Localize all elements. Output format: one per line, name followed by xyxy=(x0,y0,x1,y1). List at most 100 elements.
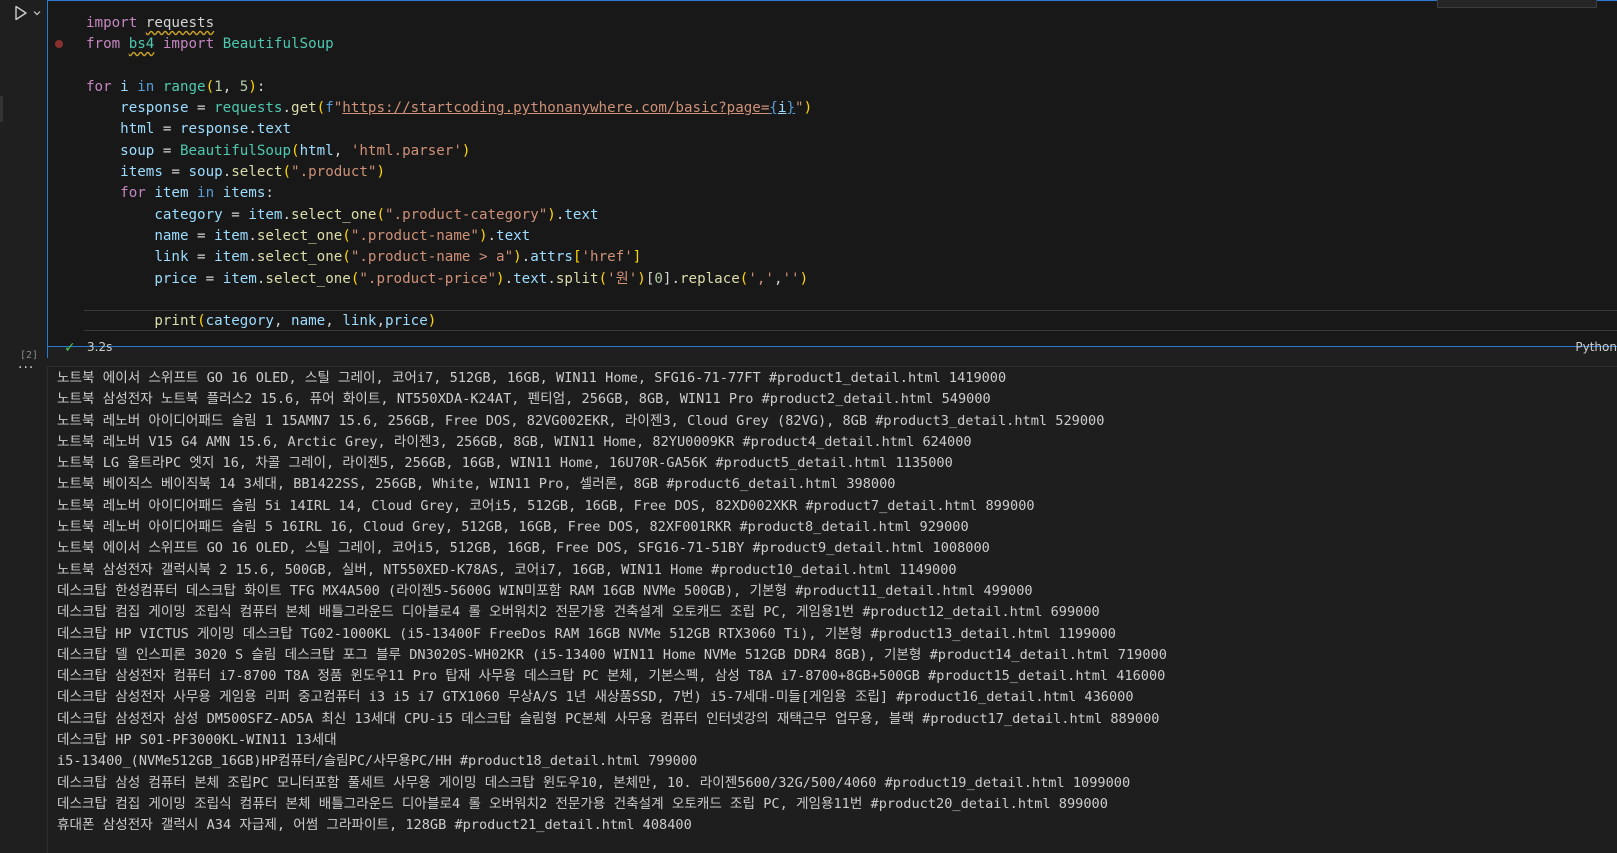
code-token: 'html.parser' xyxy=(350,142,462,159)
code-lines[interactable]: import requests from bs4 import Beautiful… xyxy=(86,13,812,332)
code-token: item xyxy=(248,206,283,223)
code-line[interactable]: import requests xyxy=(86,13,812,34)
code-token: for xyxy=(86,78,121,95)
code-line[interactable] xyxy=(86,56,812,77)
code-token: = xyxy=(222,206,249,223)
code-token: select xyxy=(231,164,283,181)
notebook: [2] import requests from bs4 import Beaut… xyxy=(0,0,1617,853)
output-line: 데스크탑 한성컴퓨터 데스크탑 화이트 TFG MX4A500 (라이젠5-56… xyxy=(57,582,1033,599)
code-token: items xyxy=(120,164,163,181)
code-token: item xyxy=(154,185,189,202)
code-token: replace xyxy=(680,270,740,287)
code-token: select_one xyxy=(256,227,343,244)
code-token: . xyxy=(547,270,556,287)
code-token: for xyxy=(120,185,155,202)
play-icon[interactable] xyxy=(14,5,28,21)
code-line[interactable]: print(category, name, link,price) xyxy=(86,311,812,332)
code-token: html xyxy=(120,121,155,138)
breakpoint-indicator[interactable] xyxy=(55,40,63,48)
code-line[interactable]: category = item.select_one(".product-cat… xyxy=(86,205,812,226)
code-line[interactable]: link = item.select_one(".product-name > … xyxy=(86,247,812,268)
code-token: , xyxy=(222,78,240,95)
code-token: ( xyxy=(376,206,385,223)
code-token: 0 xyxy=(654,270,663,287)
code-token: ) xyxy=(376,164,385,181)
code-token: = xyxy=(188,100,215,117)
output-line: 노트북 삼성전자 노트북 플러스2 15.6, 퓨어 화이트, NT550XDA… xyxy=(57,391,991,408)
editor-widget-edge xyxy=(1437,0,1597,8)
code-line[interactable] xyxy=(86,290,812,311)
cell-status-bar: ✓ 3.2s Python xyxy=(47,336,1617,358)
code-token: soup xyxy=(120,142,155,159)
code-token: in xyxy=(128,78,163,95)
code-token: requests xyxy=(145,15,215,31)
code-token: . xyxy=(248,227,257,244)
code-token: '원' xyxy=(607,270,638,287)
code-token: 'href' xyxy=(581,249,633,266)
cell-focus-marker xyxy=(0,96,3,122)
output-line: 노트북 LG 울트라PC 엣지 16, 차콜 그레이, 라이젠5, 256GB,… xyxy=(57,455,953,472)
code-token: ) xyxy=(248,78,257,95)
code-token: " xyxy=(795,100,804,117)
code-line[interactable]: from bs4 import BeautifulSoup xyxy=(86,34,812,55)
cell-output[interactable]: 노트북 에이서 스위프트 GO 16 OLED, 스틸 그레이, 코어i7, 5… xyxy=(47,366,1617,853)
code-token: ( xyxy=(598,270,608,287)
output-line: 데스크탑 컴집 게이밍 조립식 컴퓨터 본체 배틀그라운드 디아블로4 롤 오버… xyxy=(57,604,1100,621)
code-token: attrs xyxy=(530,249,573,266)
code-token: select_one xyxy=(291,206,377,223)
code-line[interactable]: items = soup.select(".product") xyxy=(86,162,812,183)
code-line[interactable]: soup = BeautifulSoup(html, 'html.parser'… xyxy=(86,141,812,162)
code-token: . xyxy=(248,121,257,138)
code-token: . xyxy=(504,270,514,287)
code-token: import xyxy=(86,15,146,31)
code-token: import xyxy=(154,36,223,53)
run-cell-button[interactable] xyxy=(14,2,48,24)
code-token: ) xyxy=(799,270,809,287)
code-token: ) xyxy=(637,270,646,287)
code-line[interactable]: name = item.select_one(".product-name").… xyxy=(86,226,812,247)
output-text[interactable]: 노트북 에이서 스위프트 GO 16 OLED, 스틸 그레이, 코어i7, 5… xyxy=(57,368,1167,837)
code-token: ) xyxy=(513,249,522,266)
code-token: ) xyxy=(496,270,505,287)
cell-gutter: [2] xyxy=(0,0,47,369)
code-token: from xyxy=(86,36,129,53)
code-token: = xyxy=(154,142,180,159)
code-token: get xyxy=(291,100,317,117)
cell-language-picker[interactable]: Python xyxy=(1575,340,1617,354)
code-token: ( xyxy=(282,164,292,181)
code-token: category xyxy=(205,313,274,330)
ellipsis-icon[interactable]: ··· xyxy=(18,360,34,376)
code-token: text xyxy=(513,270,548,287)
code-token: , xyxy=(376,313,386,330)
code-line[interactable]: html = response.text xyxy=(86,119,812,140)
output-line: 데스크탑 델 인스피론 3020 S 슬림 데스크탑 포그 블루 DN3020S… xyxy=(57,646,1167,663)
code-token: text xyxy=(256,121,292,138)
code-token: print xyxy=(154,313,198,330)
code-token: . xyxy=(282,206,292,223)
code-line[interactable]: price = item. select_one (".product-price"… xyxy=(86,269,812,290)
code-token: item xyxy=(222,270,257,287)
code-cell[interactable]: [2] import requests from bs4 import Beaut… xyxy=(0,0,1617,369)
code-token: , xyxy=(325,313,343,330)
output-line: 데스크탑 HP VICTUS 게이밍 데스크탑 TG02-1000KL (i5-… xyxy=(57,625,1116,642)
chevron-down-icon[interactable] xyxy=(32,8,42,18)
code-token: . xyxy=(282,100,292,117)
output-line: i5-13400_(NVMe512GB_16GB)HP컴퓨터/슬림PC/사무용P… xyxy=(57,753,698,770)
code-token: link xyxy=(342,313,377,330)
code-token: ".product-name > a" xyxy=(350,249,514,266)
code-token: https://startcoding.pythonanywhere.com/b… xyxy=(342,100,770,117)
check-icon: ✓ xyxy=(64,340,76,356)
code-editor[interactable]: import requests from bs4 import Beautiful… xyxy=(47,0,1617,347)
output-line: 데스크탑 컴집 게이밍 조립식 컴퓨터 본체 배틀그라운드 디아블로4 롤 오버… xyxy=(57,795,1108,812)
code-token: : xyxy=(256,78,266,95)
code-line[interactable]: response = requests.get(f"https://startc… xyxy=(86,98,812,119)
code-line[interactable]: for item in items: xyxy=(86,183,812,204)
code-token: category xyxy=(154,206,223,223)
code-line[interactable]: for i in range(1, 5): xyxy=(86,77,812,98)
